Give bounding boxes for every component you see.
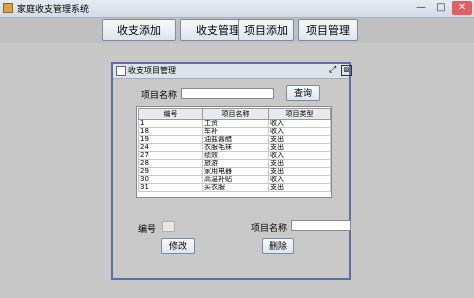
restore-icon[interactable]: ⤢ bbox=[329, 65, 336, 76]
table-row[interactable]: 30 高温补贴 收入 bbox=[138, 175, 331, 184]
cell-type: 支出 bbox=[268, 143, 331, 152]
modify-button[interactable]: 修改 bbox=[161, 238, 195, 254]
item-manage-button[interactable]: 项目管理 bbox=[298, 19, 358, 41]
delete-button[interactable]: 删除 bbox=[262, 238, 294, 254]
table-row[interactable]: 28 旅游 支出 bbox=[138, 159, 331, 168]
cell-id: 18 bbox=[138, 127, 203, 136]
frame-close-icon[interactable]: ⊠ bbox=[341, 65, 352, 76]
frame-titlebar[interactable]: 收支项目管理 ⤢ ⊠ bbox=[113, 64, 352, 79]
table-row[interactable]: 24 衣服毛袜 支出 bbox=[138, 143, 331, 152]
cell-id: 24 bbox=[138, 143, 203, 152]
item-name-label: 项目名称 bbox=[251, 224, 288, 234]
cell-type: 支出 bbox=[268, 183, 331, 192]
item-add-button[interactable]: 项目添加 bbox=[238, 19, 294, 41]
cell-id: 19 bbox=[138, 135, 203, 144]
col-header-type[interactable]: 项目类型 bbox=[268, 108, 331, 120]
income-add-button[interactable]: 收支添加 bbox=[102, 19, 176, 41]
cell-name: 旅游 bbox=[202, 159, 269, 168]
cell-id: 1 bbox=[138, 119, 203, 128]
id-label: 编号 bbox=[138, 225, 157, 235]
table-row[interactable]: 27 绩效 收入 bbox=[138, 151, 331, 160]
cell-type: 支出 bbox=[268, 167, 331, 176]
cell-name: 工资 bbox=[202, 119, 269, 128]
main-window: 家庭收支管理系统 — □ ✕ 收支添加 收支管理 项目添加 项目管理 收支项目管… bbox=[0, 0, 474, 298]
app-icon bbox=[3, 3, 13, 13]
frame-title: 收支项目管理 bbox=[128, 66, 176, 75]
window-title: 家庭收支管理系统 bbox=[17, 5, 90, 15]
table-row[interactable]: 18 车补 收入 bbox=[138, 127, 331, 136]
cell-name: 油盐酱醋 bbox=[202, 135, 269, 144]
close-icon[interactable]: ✕ bbox=[452, 1, 472, 15]
cell-name: 家用电器 bbox=[202, 167, 269, 176]
table-row[interactable]: 31 买衣服 支出 bbox=[138, 183, 331, 192]
frame-icon bbox=[116, 66, 126, 76]
cell-id: 29 bbox=[138, 167, 203, 176]
col-header-name[interactable]: 项目名称 bbox=[202, 108, 269, 120]
table-row[interactable]: 29 家用电器 支出 bbox=[138, 167, 331, 176]
cell-name: 衣服毛袜 bbox=[202, 143, 269, 152]
cell-type: 收入 bbox=[268, 119, 331, 128]
search-name-input[interactable] bbox=[181, 88, 274, 99]
cell-id: 27 bbox=[138, 151, 203, 160]
item-name-input[interactable] bbox=[291, 220, 351, 231]
id-field[interactable] bbox=[162, 221, 175, 232]
cell-name: 绩效 bbox=[202, 151, 269, 160]
cell-type: 收入 bbox=[268, 175, 331, 184]
table-row[interactable]: 19 油盐酱醋 支出 bbox=[138, 135, 331, 144]
col-header-id[interactable]: 编号 bbox=[138, 108, 203, 120]
maximize-icon[interactable]: □ bbox=[432, 1, 450, 15]
item-table[interactable]: 编号 项目名称 项目类型 1 工资 收入 18 车补 收入 19 油盐酱醋 支出 24 衣服毛… bbox=[138, 108, 331, 192]
cell-type: 支出 bbox=[268, 159, 331, 168]
cell-type: 收入 bbox=[268, 127, 331, 136]
cell-id: 30 bbox=[138, 175, 203, 184]
window-titlebar: 家庭收支管理系统 — □ ✕ bbox=[0, 0, 474, 18]
table-row[interactable]: 1 工资 收入 bbox=[138, 119, 331, 128]
query-button[interactable]: 查询 bbox=[286, 85, 320, 101]
cell-type: 支出 bbox=[268, 135, 331, 144]
minimize-icon[interactable]: — bbox=[412, 1, 430, 15]
cell-id: 31 bbox=[138, 183, 203, 192]
cell-type: 收入 bbox=[268, 151, 331, 160]
search-name-label: 项目名称 bbox=[141, 91, 178, 101]
cell-name: 买衣服 bbox=[202, 183, 269, 192]
cell-id: 28 bbox=[138, 159, 203, 168]
cell-name: 高温补贴 bbox=[202, 175, 269, 184]
cell-name: 车补 bbox=[202, 127, 269, 136]
